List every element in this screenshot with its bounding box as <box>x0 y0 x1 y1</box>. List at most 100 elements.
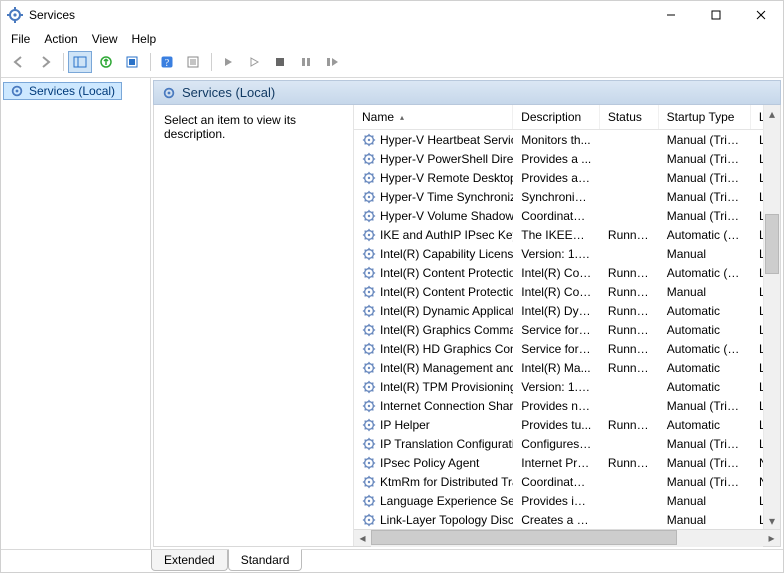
service-startup-type: Manual (Trig... <box>659 475 751 489</box>
col-startup-type[interactable]: Startup Type <box>659 105 751 129</box>
table-row[interactable]: Link-Layer Topology Discov...Creates a N… <box>354 510 780 529</box>
service-status: Running <box>600 285 659 299</box>
service-startup-type: Manual (Trig... <box>659 399 751 413</box>
service-status: Running <box>600 418 659 432</box>
scroll-thumb[interactable] <box>371 530 677 545</box>
service-startup-type: Manual <box>659 494 751 508</box>
menu-file[interactable]: File <box>11 32 30 46</box>
service-name: Hyper-V PowerShell Direct ... <box>380 152 513 166</box>
menu-action[interactable]: Action <box>44 32 77 46</box>
description-prompt: Select an item to view its description. <box>164 113 296 141</box>
forward-button[interactable] <box>33 51 57 73</box>
refresh-button[interactable] <box>120 51 144 73</box>
service-name: Intel(R) TPM Provisioning S... <box>380 380 513 394</box>
table-row[interactable]: IPsec Policy AgentInternet Pro...Running… <box>354 453 780 472</box>
sort-asc-icon: ▴ <box>400 113 404 122</box>
service-icon <box>362 285 376 299</box>
table-row[interactable]: IKE and AuthIP IPsec Keying...The IKEEXT… <box>354 225 780 244</box>
table-row[interactable]: IP Translation Configuration...Configure… <box>354 434 780 453</box>
service-status: Running <box>600 361 659 375</box>
close-button[interactable] <box>738 1 783 29</box>
stop-service-button[interactable] <box>242 51 266 73</box>
service-startup-type: Automatic <box>659 380 751 394</box>
service-icon <box>362 456 376 470</box>
service-name: Internet Connection Sharin... <box>380 399 513 413</box>
table-row[interactable]: Language Experience ServiceProvides inf.… <box>354 491 780 510</box>
col-status[interactable]: Status <box>600 105 659 129</box>
menu-view[interactable]: View <box>92 32 118 46</box>
view-tabs: Extended Standard <box>1 549 783 572</box>
table-row[interactable]: Intel(R) HD Graphics Contro...Service fo… <box>354 339 780 358</box>
table-row[interactable]: IP HelperProvides tu...RunningAutomaticL… <box>354 415 780 434</box>
service-status: Running <box>600 266 659 280</box>
help-button[interactable]: ? <box>155 51 179 73</box>
col-name[interactable]: Name▴ <box>354 105 513 129</box>
maximize-button[interactable] <box>693 1 738 29</box>
service-icon <box>362 437 376 451</box>
scroll-thumb[interactable] <box>765 214 779 274</box>
resume-service-button[interactable] <box>294 51 318 73</box>
window-title: Services <box>29 8 75 22</box>
table-row[interactable]: Intel(R) Content Protection ...Intel(R) … <box>354 263 780 282</box>
service-name: Intel(R) Graphics Command... <box>380 323 513 337</box>
service-icon <box>362 190 376 204</box>
table-row[interactable]: Hyper-V Time Synchronizati...Synchronize… <box>354 187 780 206</box>
table-row[interactable]: Hyper-V Heartbeat ServiceMonitors th...M… <box>354 130 780 149</box>
scroll-down-icon[interactable]: ▾ <box>764 512 780 529</box>
table-row[interactable]: Hyper-V PowerShell Direct ...Provides a … <box>354 149 780 168</box>
service-name: Intel(R) Content Protection ... <box>380 266 513 280</box>
scroll-right-icon[interactable]: ▸ <box>763 530 780 547</box>
service-icon <box>362 304 376 318</box>
restart-service-button[interactable] <box>320 51 344 73</box>
column-headers: Name▴ Description Status Startup Type Lo… <box>354 105 780 130</box>
table-row[interactable]: KtmRm for Distributed Tran...Coordinates… <box>354 472 780 491</box>
table-row[interactable]: Intel(R) Content Protection ...Intel(R) … <box>354 282 780 301</box>
service-startup-type: Automatic (T... <box>659 342 751 356</box>
table-row[interactable]: Intel(R) Graphics Command...Service for … <box>354 320 780 339</box>
service-description: Internet Pro... <box>513 456 600 470</box>
service-name: Hyper-V Time Synchronizati... <box>380 190 513 204</box>
pane-header: Services (Local) <box>153 80 781 105</box>
service-startup-type: Manual (Trig... <box>659 152 751 166</box>
service-icon <box>362 494 376 508</box>
export-list-button[interactable] <box>94 51 118 73</box>
gear-icon <box>162 86 176 100</box>
menu-help[interactable]: Help <box>132 32 157 46</box>
table-row[interactable]: Intel(R) Capability Licensing...Version:… <box>354 244 780 263</box>
svg-text:?: ? <box>165 58 170 69</box>
col-description[interactable]: Description <box>513 105 600 129</box>
tab-extended[interactable]: Extended <box>151 550 228 571</box>
service-name: IPsec Policy Agent <box>380 456 479 470</box>
service-startup-type: Manual (Trig... <box>659 190 751 204</box>
service-icon <box>362 475 376 489</box>
back-button[interactable] <box>7 51 31 73</box>
tab-standard[interactable]: Standard <box>228 549 303 571</box>
vertical-scrollbar[interactable]: ▴ ▾ <box>763 105 780 529</box>
scroll-left-icon[interactable]: ◂ <box>354 530 371 547</box>
horizontal-scrollbar[interactable]: ◂ ▸ <box>354 529 780 546</box>
tree-node-services-local[interactable]: Services (Local) <box>3 82 122 100</box>
scroll-up-icon[interactable]: ▴ <box>764 105 780 122</box>
service-description: Version: 1.6... <box>513 380 600 394</box>
service-description: Coordinates... <box>513 209 600 223</box>
service-icon <box>362 247 376 261</box>
table-row[interactable]: Intel(R) Dynamic Applicatio...Intel(R) D… <box>354 301 780 320</box>
service-status: Running <box>600 342 659 356</box>
service-description: Provides a ... <box>513 152 600 166</box>
table-row[interactable]: Hyper-V Volume Shadow C...Coordinates...… <box>354 206 780 225</box>
pause-service-button[interactable] <box>268 51 292 73</box>
service-name: Intel(R) Dynamic Applicatio... <box>380 304 513 318</box>
table-row[interactable]: Internet Connection Sharin...Provides ne… <box>354 396 780 415</box>
minimize-button[interactable] <box>648 1 693 29</box>
properties-button[interactable] <box>181 51 205 73</box>
table-row[interactable]: Hyper-V Remote Desktop Vi...Provides a p… <box>354 168 780 187</box>
description-pane: Select an item to view its description. <box>154 105 354 546</box>
start-service-button[interactable] <box>216 51 240 73</box>
service-name: Intel(R) HD Graphics Contro... <box>380 342 513 356</box>
table-row[interactable]: Intel(R) TPM Provisioning S...Version: 1… <box>354 377 780 396</box>
service-description: Intel(R) Con... <box>513 285 600 299</box>
show-hide-tree-button[interactable] <box>68 51 92 73</box>
table-row[interactable]: Intel(R) Management and S...Intel(R) Ma.… <box>354 358 780 377</box>
service-name: Intel(R) Management and S... <box>380 361 513 375</box>
service-icon <box>362 399 376 413</box>
